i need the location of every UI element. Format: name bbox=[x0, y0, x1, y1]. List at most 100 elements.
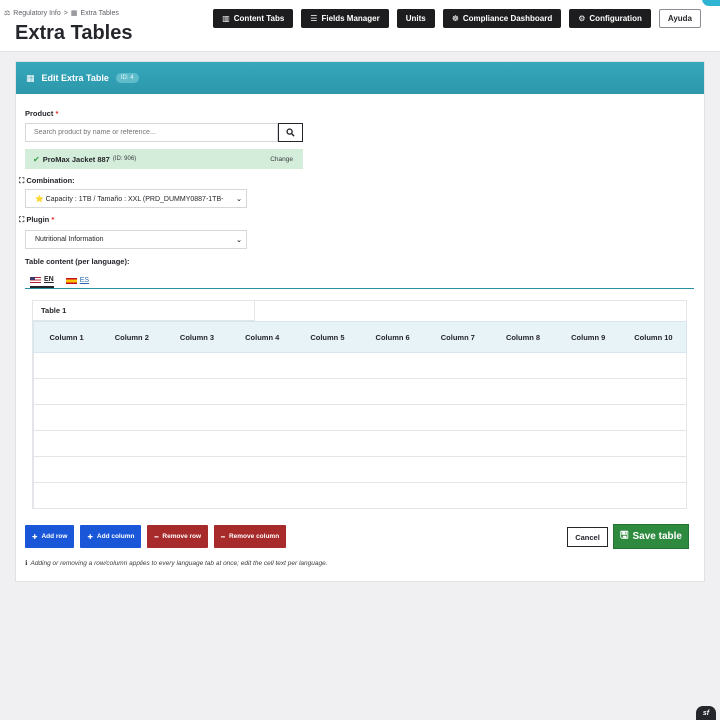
selected-product-name: ProMax Jacket 887 bbox=[42, 154, 110, 164]
edit-extra-table-panel: ▦ Edit Extra Table ID: 4 Product * ✔ Pro… bbox=[15, 61, 705, 582]
content-tabs-button[interactable]: ▥ Content Tabs bbox=[213, 9, 294, 28]
change-product-link[interactable]: Change bbox=[270, 156, 293, 163]
product-search-button[interactable] bbox=[278, 123, 303, 142]
combination-select[interactable]: ⭐ Capacity : 1TB / Tamaño : XXL (PRD_DUM… bbox=[25, 189, 247, 208]
table-actions: ✚ Add row ✚ Add column ━ Remove row ━ Remove… bbox=[25, 525, 287, 548]
sitemap-icon: ⛶ bbox=[19, 176, 25, 185]
fields-manager-button[interactable]: ☰ Fields Manager bbox=[301, 9, 389, 28]
header-toolbar: ▥ Content Tabs ☰ Fields Manager Units ☸ Com… bbox=[213, 9, 701, 28]
check-icon: ✔ bbox=[33, 154, 40, 164]
column-header[interactable]: Column 2 bbox=[99, 333, 164, 342]
es-flag-icon bbox=[65, 277, 77, 284]
compliance-dashboard-button[interactable]: ☸ Compliance Dashboard bbox=[442, 9, 562, 28]
notification-bubble[interactable] bbox=[702, 0, 720, 6]
compliance-dashboard-label: Compliance Dashboard bbox=[462, 14, 553, 23]
save-icon: 🖫 bbox=[619, 530, 629, 541]
table-row[interactable] bbox=[33, 431, 687, 457]
plus-icon: ✚ bbox=[32, 533, 38, 541]
id-badge: ID: 4 bbox=[115, 73, 139, 83]
table-editor: Table 1 Column 1 Column 2 Column 3 Colum… bbox=[32, 300, 687, 509]
data-table: Column 1 Column 2 Column 3 Column 4 Colu… bbox=[33, 321, 687, 509]
fields-manager-label: Fields Manager bbox=[321, 14, 380, 23]
dashboard-icon: ☸ bbox=[451, 14, 459, 23]
breadcrumb-root[interactable]: Regulatory Info bbox=[13, 10, 60, 17]
minus-icon: ━ bbox=[154, 533, 159, 541]
tab-language-en[interactable]: EN bbox=[30, 273, 54, 288]
language-tabs: EN ES bbox=[25, 273, 694, 289]
page-title: Extra Tables bbox=[15, 22, 133, 44]
combination-label-text: Combination: bbox=[26, 176, 75, 185]
combination-value: ⭐ Capacity : 1TB / Tamaño : XXL (PRD_DUM… bbox=[35, 195, 224, 203]
column-header[interactable]: Column 9 bbox=[556, 333, 621, 342]
plugin-label-text: Plugin bbox=[26, 215, 50, 224]
column-header[interactable]: Column 7 bbox=[425, 333, 490, 342]
product-search-field[interactable] bbox=[26, 129, 277, 136]
panel-title: Edit Extra Table bbox=[41, 73, 109, 83]
breadcrumb-separator: > bbox=[63, 9, 68, 17]
sitemap-icon: ⛶ bbox=[19, 215, 25, 224]
column-header[interactable]: Column 5 bbox=[295, 333, 360, 342]
plugin-select[interactable]: Nutritional Information ⌄ bbox=[25, 230, 247, 249]
info-icon: ℹ bbox=[25, 560, 28, 567]
configuration-button[interactable]: ⚙ Configuration bbox=[569, 9, 651, 28]
chevron-down-icon: ⌄ bbox=[236, 236, 242, 244]
remove-column-button[interactable]: ━ Remove column bbox=[214, 525, 287, 548]
help-label: Ayuda bbox=[667, 14, 692, 23]
top-header: ⚖ Regulatory Info > ▦ Extra Tables Extra… bbox=[0, 0, 720, 52]
add-row-button[interactable]: ✚ Add row bbox=[25, 525, 75, 548]
column-header[interactable]: Column 6 bbox=[360, 333, 425, 342]
tab-language-es-label: ES bbox=[79, 277, 90, 284]
remove-column-label: Remove column bbox=[228, 533, 280, 540]
column-header[interactable]: Column 3 bbox=[164, 333, 229, 342]
table-name-field[interactable]: Table 1 bbox=[33, 301, 255, 321]
regulatory-icon: ⚖ bbox=[4, 10, 11, 17]
product-label-text: Product bbox=[25, 109, 54, 118]
configuration-label: Configuration bbox=[589, 14, 642, 23]
add-column-button[interactable]: ✚ Add column bbox=[80, 525, 142, 548]
table-row[interactable] bbox=[33, 483, 687, 509]
search-icon bbox=[286, 128, 295, 137]
tab-language-en-label: EN bbox=[44, 276, 54, 283]
cogs-icon: ⚙ bbox=[578, 14, 586, 23]
table-row[interactable] bbox=[33, 457, 687, 483]
content-tabs-label: Content Tabs bbox=[233, 14, 285, 23]
table-row[interactable] bbox=[33, 405, 687, 431]
plus-icon: ✚ bbox=[87, 533, 93, 541]
tab-language-es[interactable]: ES bbox=[65, 273, 90, 288]
remove-row-button[interactable]: ━ Remove row bbox=[147, 525, 209, 548]
table-header-row: Column 1 Column 2 Column 3 Column 4 Colu… bbox=[33, 321, 687, 353]
product-search-input[interactable] bbox=[25, 123, 278, 142]
units-button[interactable]: Units bbox=[396, 9, 435, 28]
widget-icon[interactable]: sf bbox=[696, 706, 716, 720]
table-content-label: Table content (per language): bbox=[25, 257, 130, 266]
table-row[interactable] bbox=[33, 353, 687, 379]
column-header[interactable]: Column 10 bbox=[621, 333, 686, 342]
selected-product: ✔ ProMax Jacket 887 (ID: 906) Change bbox=[25, 149, 303, 169]
required-mark: * bbox=[51, 215, 55, 224]
chevron-down-icon: ⌄ bbox=[236, 195, 242, 203]
help-text-content: Adding or removing a row/column applies … bbox=[30, 559, 328, 567]
table-icon: ▦ bbox=[70, 10, 78, 17]
table-icon: ▦ bbox=[26, 72, 35, 83]
help-text: ℹ Adding or removing a row/column applie… bbox=[25, 559, 328, 568]
selected-product-id: (ID: 906) bbox=[112, 156, 137, 162]
column-header[interactable]: Column 4 bbox=[230, 333, 295, 342]
breadcrumb-current: Extra Tables bbox=[80, 9, 119, 17]
list-icon: ☰ bbox=[310, 14, 318, 23]
save-table-button[interactable]: 🖫 Save table bbox=[613, 524, 689, 549]
table-row[interactable] bbox=[33, 379, 687, 405]
plugin-value: Nutritional Information bbox=[35, 236, 104, 243]
panel-header: ▦ Edit Extra Table ID: 4 bbox=[16, 62, 704, 94]
us-flag-icon bbox=[30, 276, 41, 283]
column-header[interactable]: Column 1 bbox=[34, 333, 99, 342]
breadcrumb: ⚖ Regulatory Info > ▦ Extra Tables bbox=[4, 9, 119, 18]
columns-icon: ▥ bbox=[222, 14, 230, 23]
combination-label: ⛶ Combination: bbox=[19, 176, 75, 186]
save-table-label: Save table bbox=[632, 531, 682, 542]
column-header[interactable]: Column 8 bbox=[490, 333, 555, 342]
help-button[interactable]: Ayuda bbox=[658, 9, 701, 28]
product-label: Product * bbox=[25, 109, 58, 118]
plugin-label: ⛶ Plugin * bbox=[19, 215, 54, 225]
table-body bbox=[33, 353, 687, 509]
cancel-button[interactable]: Cancel bbox=[567, 527, 608, 547]
